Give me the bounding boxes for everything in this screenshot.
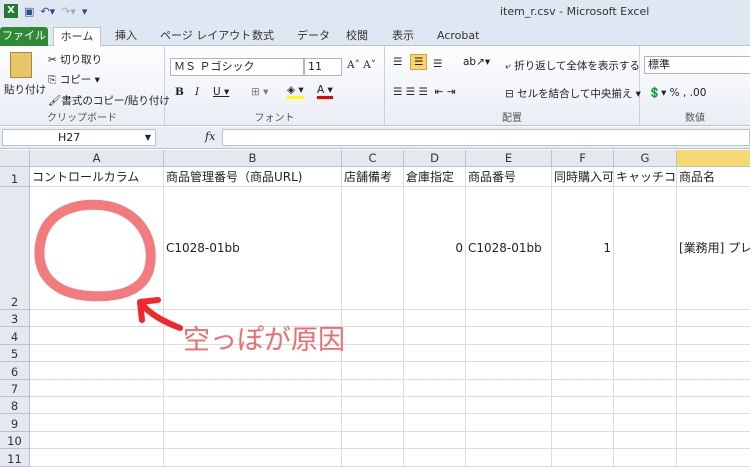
cell[interactable]: [342, 449, 404, 467]
annotation-overlay: [34, 199, 183, 331]
arrow-annotation: [137, 297, 183, 331]
cell[interactable]: [404, 449, 466, 467]
annotation-text: 空っぽが原因: [183, 325, 345, 356]
cell[interactable]: [552, 449, 614, 467]
cell[interactable]: [164, 449, 342, 467]
cell[interactable]: [677, 449, 750, 467]
red-circle-annotation: [34, 199, 156, 302]
cell[interactable]: [30, 449, 164, 467]
cell[interactable]: [614, 449, 677, 467]
cell[interactable]: [466, 449, 552, 467]
row-header[interactable]: 11: [0, 449, 30, 467]
